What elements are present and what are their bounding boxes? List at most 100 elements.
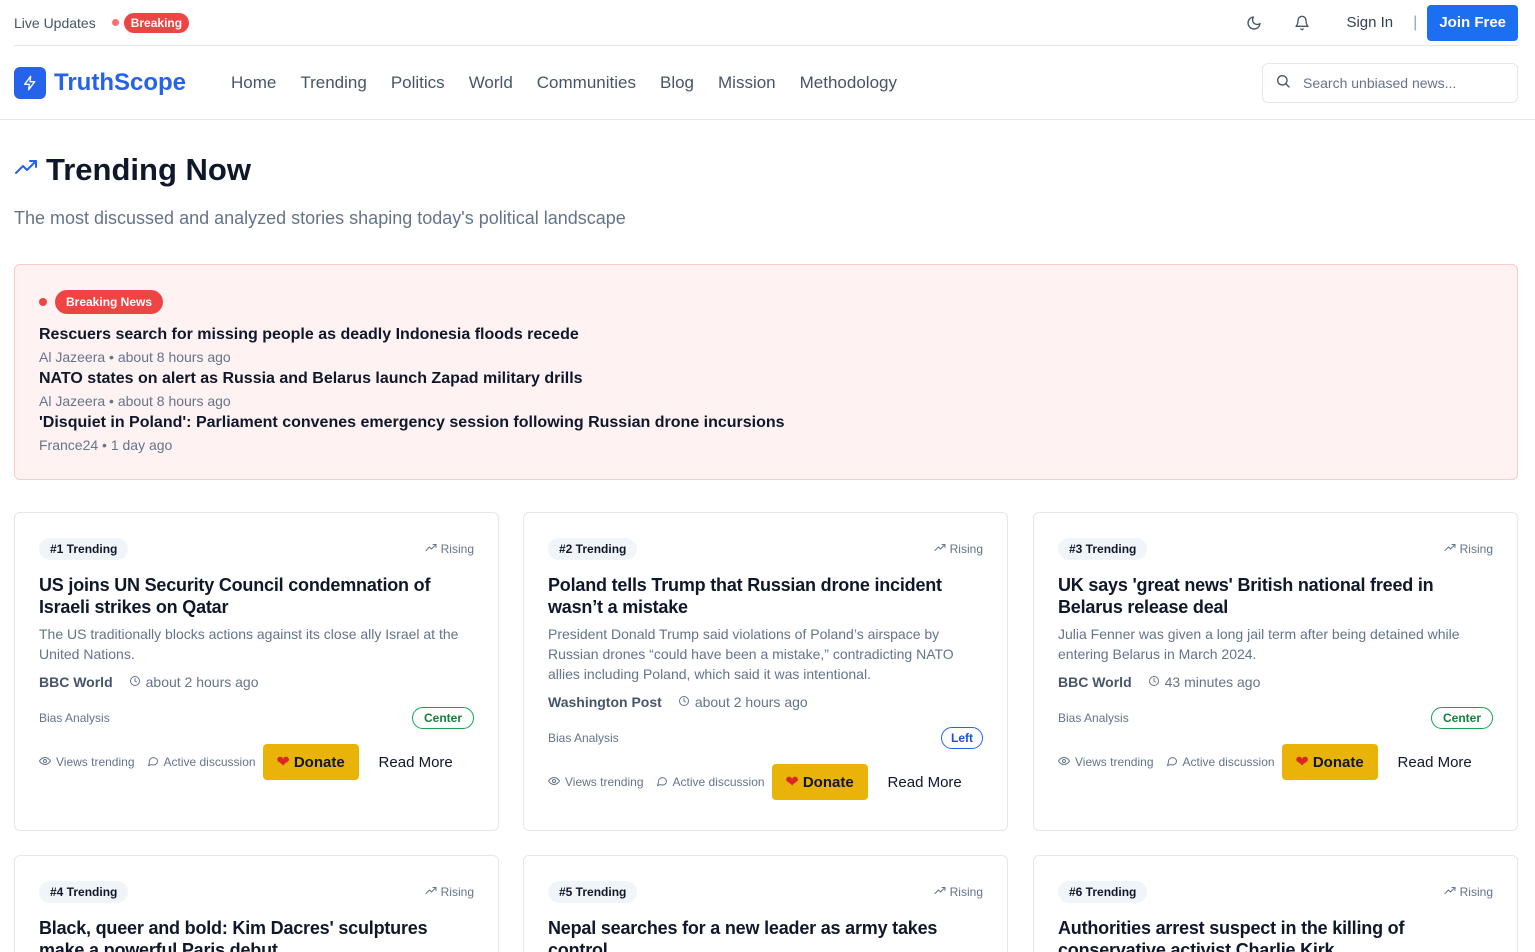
- bias-badge: Center: [1430, 707, 1493, 729]
- breaking-item-meta: France24 • 1 day ago: [39, 437, 173, 453]
- card-footer: Views trending Active discussion ❤ Donat…: [38, 744, 474, 780]
- card-header: #5 Trending Rising: [548, 881, 983, 903]
- heart-icon: ❤: [276, 754, 290, 771]
- read-more-button[interactable]: Read More: [1398, 754, 1472, 771]
- breaking-news-panel: Breaking News Rescuers search for missin…: [14, 264, 1518, 480]
- eye-icon: [547, 775, 565, 790]
- top-actions: Sign In | Join Free: [1244, 4, 1518, 41]
- card-footer: Views trending Active discussion ❤ Donat…: [547, 764, 983, 800]
- rank-badge: #2 Trending: [548, 538, 638, 560]
- chat-bubble-icon: [147, 755, 164, 770]
- breaking-item-meta: Al Jazeera • about 8 hours ago: [39, 393, 231, 409]
- breaking-item-title[interactable]: NATO states on alert as Russia and Belar…: [39, 370, 583, 388]
- trending-card: #5 Trending Rising Nepal searches for a …: [523, 855, 1008, 952]
- donate-button[interactable]: ❤ Donate: [1281, 744, 1378, 780]
- breaking-item-time: 1 day ago: [110, 437, 173, 453]
- breaking-item-title[interactable]: Rescuers search for missing people as de…: [39, 326, 579, 344]
- rising-indicator: Rising: [1444, 542, 1493, 557]
- card-time: about 2 hours ago: [678, 694, 808, 710]
- bias-analysis-label: Bias Analysis: [39, 711, 110, 725]
- card-source: Washington Post: [548, 694, 662, 710]
- card-content: #6 Trending Rising Authorities arrest su…: [1058, 881, 1493, 952]
- search-input[interactable]: [1303, 75, 1503, 91]
- nav-link-methodology[interactable]: Methodology: [800, 73, 897, 93]
- card-content: #3 Trending Rising UK says 'great news' …: [1057, 538, 1493, 780]
- rising-label: Rising: [949, 885, 983, 899]
- card-title[interactable]: Black, queer and bold: Kim Dacres' sculp…: [39, 917, 474, 952]
- active-discussion-label: Active discussion: [672, 775, 765, 789]
- breaking-item[interactable]: NATO states on alert as Russia and Belar…: [39, 370, 583, 409]
- card-description: Julia Fenner was given a long jail term …: [1058, 626, 1460, 662]
- nav-link-blog[interactable]: Blog: [660, 73, 694, 93]
- trending-up-icon: [934, 885, 950, 900]
- card-footer: Views trending Active discussion ❤ Donat…: [1057, 744, 1493, 780]
- nav-link-communities[interactable]: Communities: [537, 73, 636, 93]
- breaking-item[interactable]: Rescuers search for missing people as de…: [39, 326, 579, 365]
- join-free-button[interactable]: Join Free: [1427, 4, 1518, 41]
- nav-link-home[interactable]: Home: [231, 73, 276, 93]
- sign-in-link[interactable]: Sign In: [1346, 14, 1393, 31]
- search-box[interactable]: [1262, 63, 1518, 103]
- card-content: #2 Trending Rising Poland tells Trump th…: [547, 538, 983, 800]
- live-updates-label: Live Updates: [14, 14, 96, 31]
- heart-icon: ❤: [1295, 754, 1309, 771]
- breaking-news-badge: Breaking News: [55, 290, 164, 314]
- rising-indicator: Rising: [425, 542, 474, 557]
- clock-icon: [1148, 674, 1165, 690]
- nav-links: Home Trending Politics World Communities…: [231, 73, 921, 93]
- bell-icon[interactable]: [1292, 13, 1312, 33]
- bias-row: Bias Analysis Center: [39, 707, 474, 729]
- clock-icon: [678, 694, 695, 710]
- rank-badge: #6 Trending: [1058, 881, 1148, 903]
- bias-analysis-label: Bias Analysis: [548, 731, 619, 745]
- card-content: #5 Trending Rising Nepal searches for a …: [548, 881, 983, 952]
- logo[interactable]: TruthScope: [14, 67, 186, 99]
- card-content: #1 Trending Rising US joins UN Security …: [38, 538, 474, 780]
- bias-badge: Center: [411, 707, 474, 729]
- donate-button[interactable]: ❤ Donate: [771, 764, 868, 800]
- card-title[interactable]: Authorities arrest suspect in the killin…: [1058, 917, 1493, 952]
- page-title-text: Trending Now: [46, 152, 251, 187]
- divider: |: [1413, 13, 1418, 31]
- rising-indicator: Rising: [425, 885, 474, 900]
- active-discussion-label: Active discussion: [1182, 755, 1275, 769]
- bias-row: Bias Analysis Left: [548, 727, 983, 749]
- eye-icon: [1057, 755, 1075, 770]
- card-header: #1 Trending Rising: [39, 538, 474, 560]
- read-more-button[interactable]: Read More: [888, 774, 962, 791]
- breaking-item-meta: Al Jazeera • about 8 hours ago: [39, 349, 231, 365]
- trending-card: #1 Trending Rising US joins UN Security …: [14, 512, 499, 831]
- rising-label: Rising: [440, 885, 474, 899]
- breaking-item-title[interactable]: 'Disquiet in Poland': Parliament convene…: [39, 414, 785, 432]
- breaking-item-source: France24: [39, 437, 99, 453]
- card-title[interactable]: Nepal searches for a new leader as army …: [548, 917, 983, 952]
- nav-link-trending[interactable]: Trending: [300, 73, 366, 93]
- nav-link-mission[interactable]: Mission: [718, 73, 776, 93]
- donate-button[interactable]: ❤ Donate: [262, 744, 359, 780]
- breaking-item-time: about 8 hours ago: [117, 349, 231, 365]
- card-time-text: about 2 hours ago: [145, 674, 259, 690]
- trending-up-icon: [425, 542, 441, 557]
- nav-link-world[interactable]: World: [469, 73, 513, 93]
- nav-link-politics[interactable]: Politics: [391, 73, 445, 93]
- rising-indicator: Rising: [934, 542, 983, 557]
- card-title[interactable]: US joins UN Security Council condemnatio…: [39, 574, 474, 618]
- breaking-item-time: about 8 hours ago: [117, 393, 231, 409]
- breaking-news-header: Breaking News: [39, 290, 164, 314]
- card-title[interactable]: UK says 'great news' British national fr…: [1058, 574, 1493, 618]
- views-trending-label: Views trending: [56, 755, 135, 769]
- views-trending: Views trending: [547, 775, 644, 790]
- breaking-badge[interactable]: Breaking: [123, 12, 190, 33]
- page-subtitle: The most discussed and analyzed stories …: [14, 208, 626, 228]
- trending-up-icon: [1444, 542, 1460, 557]
- rising-label: Rising: [949, 542, 983, 556]
- read-more-button[interactable]: Read More: [379, 754, 453, 771]
- moon-icon[interactable]: [1244, 13, 1264, 33]
- card-description: The US traditionally blocks actions agai…: [39, 626, 459, 662]
- rising-indicator: Rising: [1444, 885, 1493, 900]
- breaking-item[interactable]: 'Disquiet in Poland': Parliament convene…: [39, 414, 785, 453]
- card-content: #4 Trending Rising Black, queer and bold…: [39, 881, 474, 952]
- active-discussion: Active discussion: [147, 755, 256, 770]
- views-trending: Views trending: [38, 755, 135, 770]
- card-title[interactable]: Poland tells Trump that Russian drone in…: [548, 574, 983, 618]
